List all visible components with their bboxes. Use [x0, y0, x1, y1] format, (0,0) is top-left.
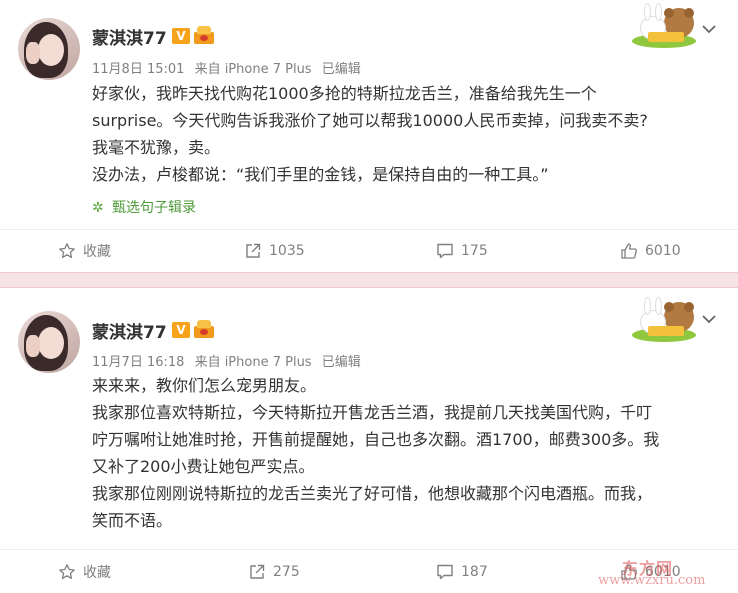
- avatar[interactable]: [18, 311, 80, 373]
- post-line: 好家伙，我昨天找代购花1000多抢的特斯拉龙舌兰，准备给我先生一个: [92, 84, 597, 103]
- edited-label[interactable]: 已编辑: [322, 355, 361, 370]
- post-line: 我家那位刚刚说特斯拉的龙舌兰卖光了好可惜，他想收藏那个闪电酒瓶。而我，: [92, 484, 653, 503]
- post-line: 咛万嘱咐让她准时抢，开售前提醒她，自己也多次翻。酒1700，邮费300多。我: [92, 430, 660, 449]
- like-count: 6010: [645, 243, 681, 259]
- avatar[interactable]: [18, 18, 80, 80]
- post-date[interactable]: 11月7日 16:18: [92, 355, 184, 370]
- post-line: 我家那位喜欢特斯拉，今天特斯拉开售龙舌兰酒，我提前几天找美国代购，千叮: [92, 403, 653, 422]
- repost-button[interactable]: 275: [248, 561, 300, 583]
- post-line: 没办法，卢梭都说：“我们手里的金钱，是保持自由的一种工具。”: [92, 165, 549, 184]
- comment-count: 187: [461, 564, 488, 580]
- repost-button[interactable]: 1035: [244, 240, 305, 262]
- post-line: 又补了200小费让她包严实点。: [92, 457, 315, 476]
- post-separator: [0, 272, 738, 288]
- repost-count: 275: [273, 564, 300, 580]
- topic-link[interactable]: ✲ 甄选句子辑录: [92, 197, 196, 217]
- weibo-post-1: 蒙淇淇77 V 11月8日 15:01 来自 iPhone 7 Plus 已编辑…: [0, 0, 738, 272]
- vip-badge-icon[interactable]: V: [172, 322, 190, 338]
- divider: [0, 549, 738, 550]
- post-meta: 11月8日 15:01 来自 iPhone 7 Plus 已编辑: [92, 58, 367, 77]
- comment-icon: [437, 243, 453, 259]
- post-line: 我毫不犹豫，卖。: [92, 138, 221, 157]
- favorite-label: 收藏: [83, 244, 111, 260]
- share-icon: [250, 564, 265, 579]
- rabbit-bear-sticker-icon[interactable]: [630, 3, 700, 52]
- repost-count: 1035: [269, 243, 305, 259]
- comment-icon: [437, 564, 453, 580]
- comment-button[interactable]: 187: [436, 561, 488, 583]
- author-name[interactable]: 蒙淇淇77: [92, 24, 167, 49]
- post-source[interactable]: 来自 iPhone 7 Plus: [195, 62, 312, 77]
- comment-button[interactable]: 175: [436, 240, 488, 262]
- post-source[interactable]: 来自 iPhone 7 Plus: [195, 355, 312, 370]
- post-date[interactable]: 11月8日 15:01: [92, 62, 184, 77]
- favorite-label: 收藏: [83, 565, 111, 581]
- post-line: 来来来，教你们怎么宠男朋友。: [92, 376, 317, 395]
- star-icon: [59, 243, 75, 259]
- post-meta: 11月7日 16:18 来自 iPhone 7 Plus 已编辑: [92, 351, 367, 370]
- like-count: 6010: [645, 564, 681, 580]
- chevron-down-icon[interactable]: [700, 20, 718, 38]
- topic-label: 甄选句子辑录: [112, 200, 196, 216]
- post-line: surprise。今天代购告诉我涨价了她可以帮我10000人民币卖掉，问我卖不卖…: [92, 111, 648, 130]
- comment-count: 175: [461, 243, 488, 259]
- crown-badge-icon[interactable]: [194, 320, 214, 338]
- clover-icon: ✲: [92, 200, 104, 216]
- post-text: 来来来，教你们怎么宠男朋友。 我家那位喜欢特斯拉，今天特斯拉开售龙舌兰酒，我提前…: [92, 372, 712, 534]
- like-button[interactable]: 6010: [620, 240, 681, 262]
- star-icon: [59, 564, 75, 580]
- like-button[interactable]: 6010: [620, 561, 681, 583]
- share-icon: [246, 243, 261, 258]
- edited-label[interactable]: 已编辑: [322, 62, 361, 77]
- divider: [0, 229, 738, 230]
- vip-badge-icon[interactable]: V: [172, 28, 190, 44]
- chevron-down-icon[interactable]: [700, 310, 718, 328]
- thumbs-up-icon: [621, 564, 637, 580]
- post-line: 笑而不语。: [92, 511, 173, 530]
- rabbit-bear-sticker-icon[interactable]: [630, 297, 700, 346]
- author-name[interactable]: 蒙淇淇77: [92, 318, 167, 343]
- post-text: 好家伙，我昨天找代购花1000多抢的特斯拉龙舌兰，准备给我先生一个 surpri…: [92, 80, 712, 188]
- thumbs-up-icon: [621, 243, 637, 259]
- crown-badge-icon[interactable]: [194, 26, 214, 44]
- favorite-button[interactable]: 收藏: [58, 240, 111, 262]
- favorite-button[interactable]: 收藏: [58, 561, 111, 583]
- weibo-post-2: 蒙淇淇77 V 11月7日 16:18 来自 iPhone 7 Plus 已编辑…: [0, 288, 738, 593]
